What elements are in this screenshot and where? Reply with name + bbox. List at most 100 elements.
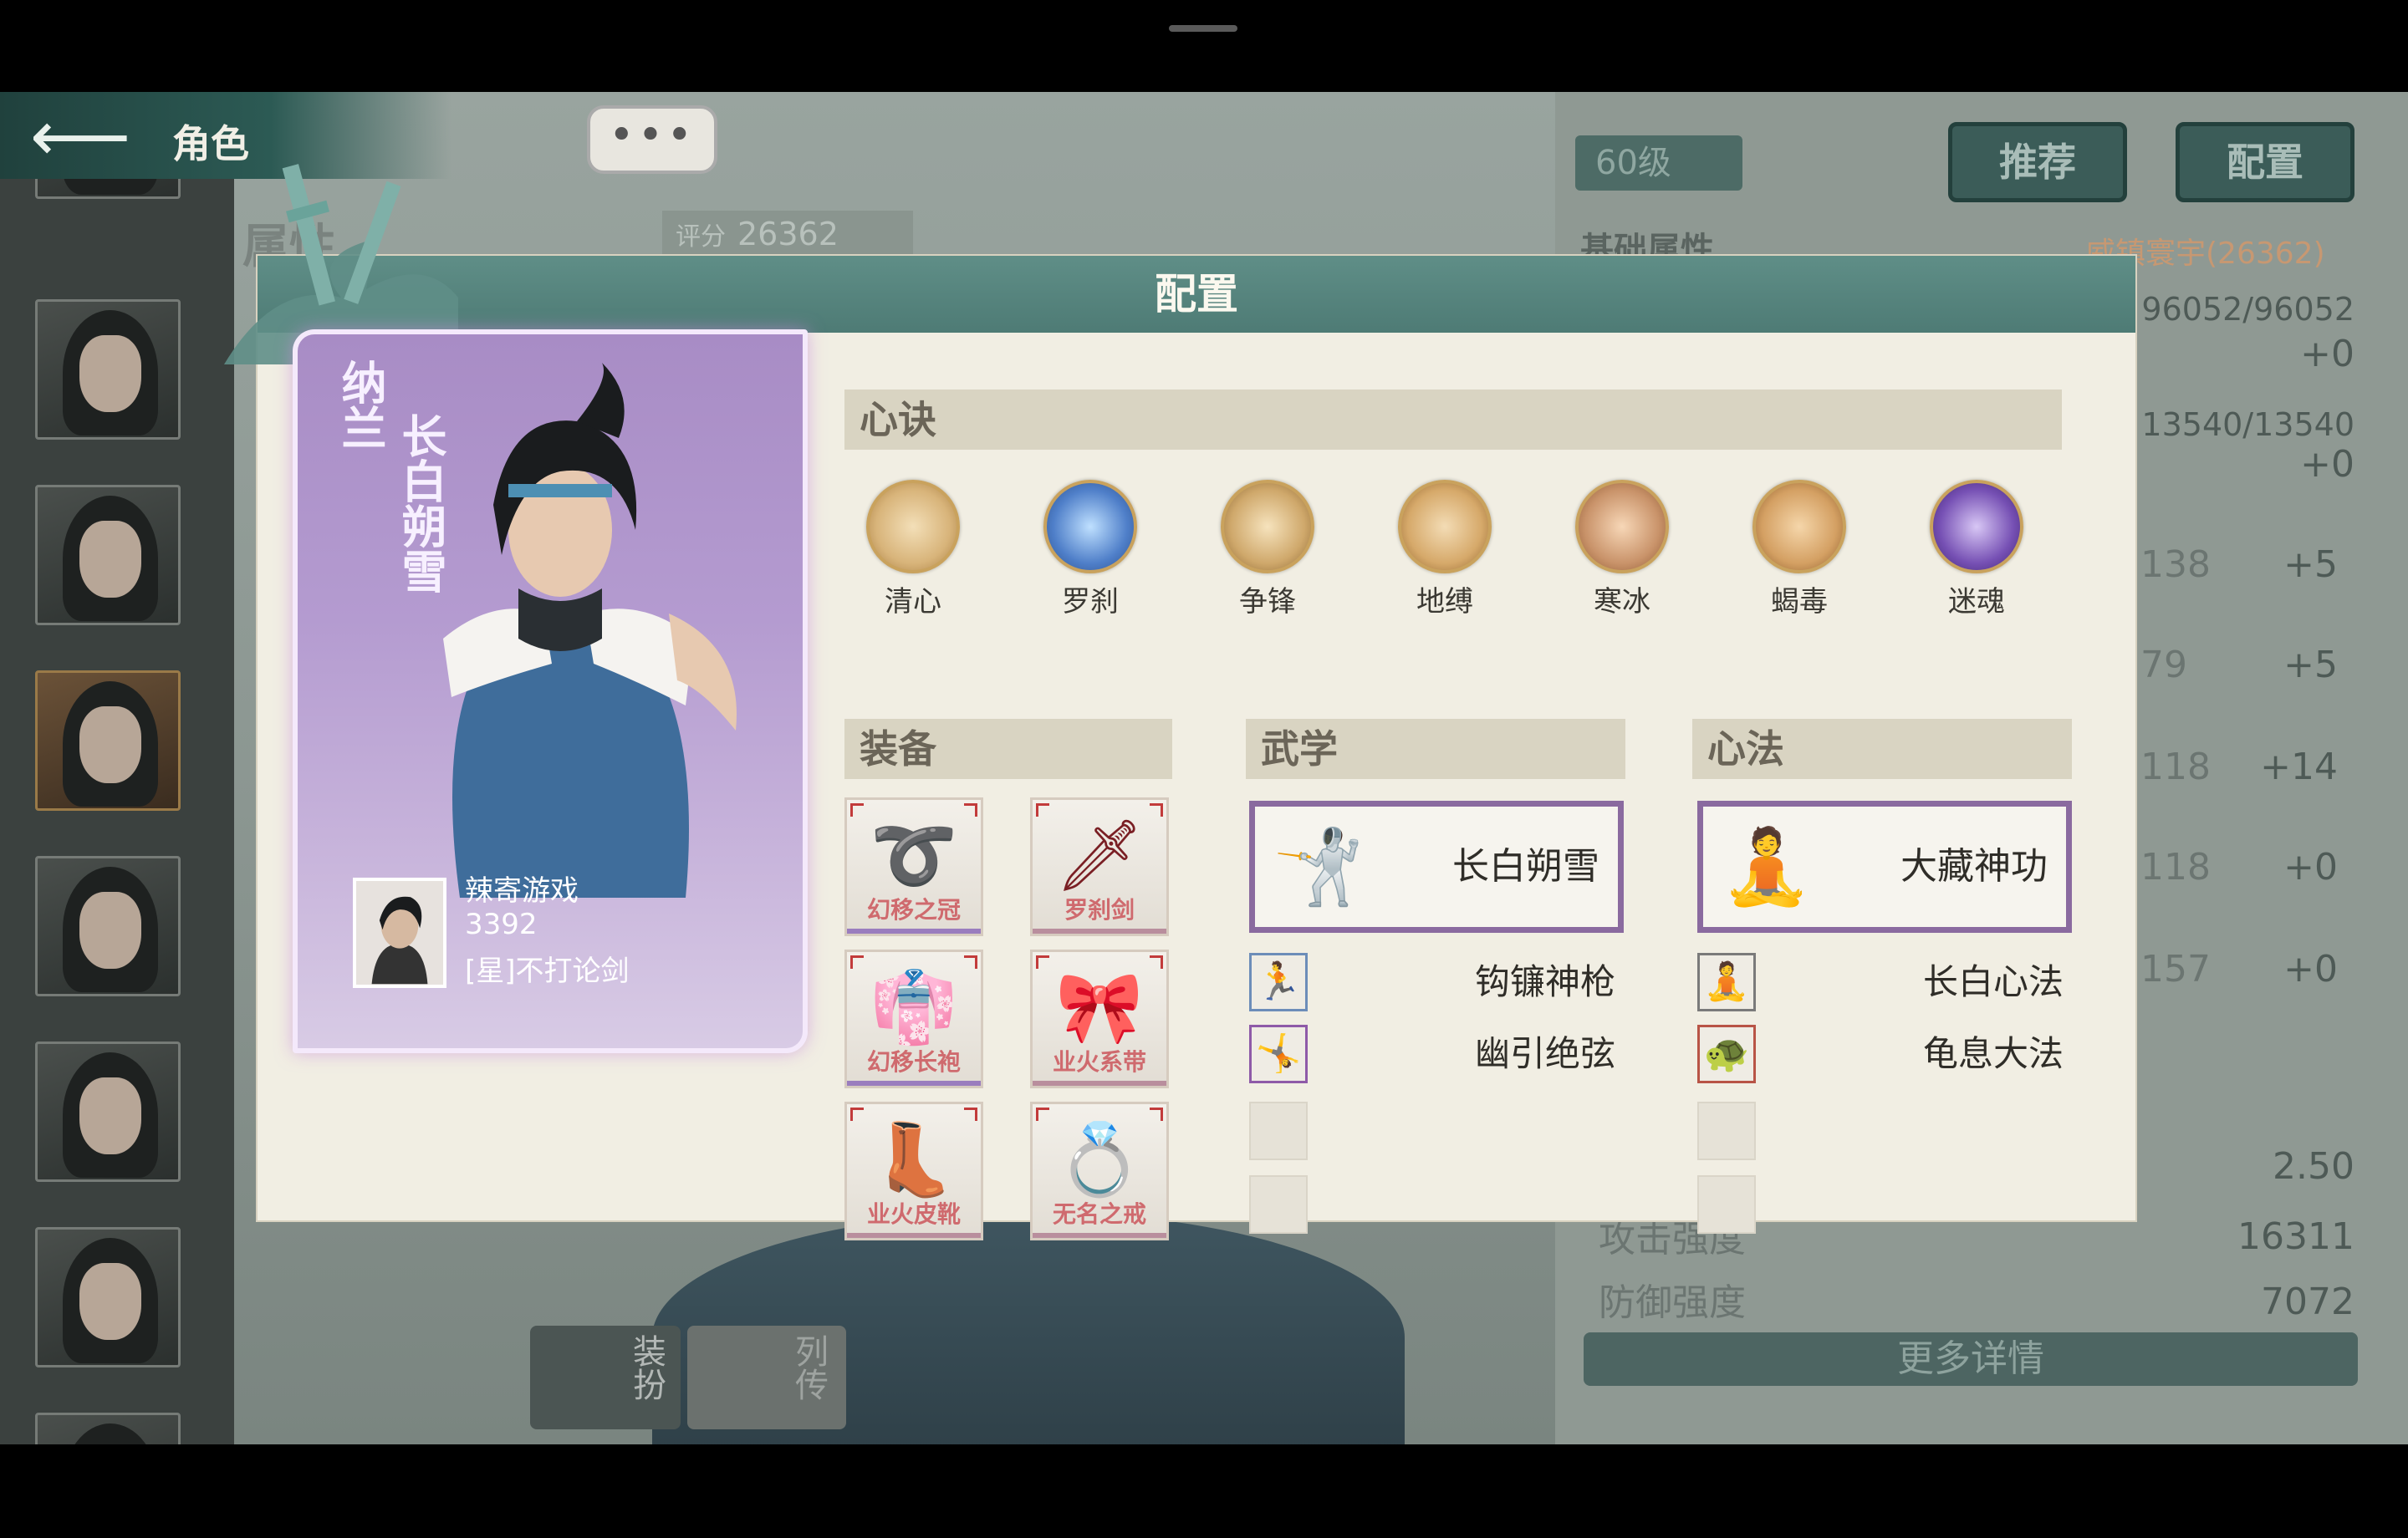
character-card: 纳兰 长白朔雪 辣寄游戏 3392 [星]不打论剑 [293, 329, 808, 1053]
xinjue-label: 地缚 [1416, 585, 1473, 619]
lotus-icon [866, 480, 960, 573]
meditating-monk-icon: 🧘 [1721, 823, 1813, 909]
xinjue-item[interactable]: 蝎毒 [1741, 480, 1858, 619]
lightning-icon [1043, 480, 1137, 573]
heart-main-skill[interactable]: 🧘 大藏神功 [1697, 801, 2072, 933]
martial-empty-slot[interactable] [1249, 1102, 1308, 1160]
xinjue-label: 清心 [885, 585, 941, 619]
roster-portrait-selected[interactable] [35, 670, 181, 811]
xinjue-label: 争锋 [1239, 585, 1296, 619]
attr-bonus: +0 [2283, 948, 2338, 991]
device-notch [1169, 25, 1237, 32]
scorpion-icon [1752, 480, 1846, 573]
score-value: 26362 [737, 216, 839, 252]
martial-sub-name: 幽引绝弦 [1474, 1033, 1615, 1074]
martial-empty-slot[interactable] [1249, 1175, 1308, 1234]
meditation-icon: 🧘 [1697, 953, 1756, 1011]
martial-sub-skill[interactable]: 🏃 钩镰神枪 [1249, 953, 1624, 1011]
heart-sub-name: 龟息大法 [1922, 1033, 2064, 1074]
attack-value: 16311 [2237, 1215, 2354, 1258]
xinjue-label: 罗刹 [1062, 585, 1119, 619]
equip-label: 业火系带 [1052, 1048, 1146, 1076]
defense-value: 7072 [2261, 1281, 2354, 1323]
xinjue-label: 寒冰 [1594, 585, 1650, 619]
equip-slot-armor[interactable]: 👘 幻移长袍 [844, 950, 983, 1088]
roster-portrait[interactable] [35, 1227, 181, 1367]
biography-label: 列传 [789, 1334, 828, 1401]
equip-label: 无名之戒 [1052, 1200, 1146, 1228]
martial-main-skill[interactable]: 🤺 长白朔雪 [1249, 801, 1624, 933]
equip-slot-ring[interactable]: 💍 无名之戒 [1030, 1102, 1169, 1240]
equip-label: 幻移长袍 [866, 1048, 961, 1076]
equip-slot-weapon[interactable]: 🗡 罗刹剑 [1030, 797, 1169, 936]
attr-bonus: +5 [2283, 644, 2338, 686]
biography-button[interactable]: 列传 [687, 1326, 846, 1429]
equip-label: 幻移之冠 [866, 896, 961, 924]
attr-bonus: +14 [2260, 746, 2338, 788]
heart-empty-slot[interactable] [1697, 1102, 1756, 1160]
xinjue-label: 迷魂 [1948, 585, 2005, 619]
spiral-icon [1930, 480, 2023, 573]
belt-icon: 🎀 [1055, 966, 1144, 1048]
sword-icon: 🗡 [1054, 814, 1145, 896]
roster-portrait[interactable] [35, 299, 181, 440]
equip-label: 罗刹剑 [1064, 896, 1135, 924]
xinjue-item[interactable]: 迷魂 [1918, 480, 2035, 619]
player-score: 3392 [465, 908, 538, 941]
player-name: 辣寄游戏 [465, 874, 579, 908]
attr-value: 2.50 [2273, 1145, 2354, 1188]
heart-main-name: 大藏神功 [1900, 845, 2048, 888]
xinjue-item[interactable]: 罗刹 [1032, 480, 1149, 619]
player-avatar [353, 878, 446, 988]
equip-slot-boots[interactable]: 👢 业火皮靴 [844, 1102, 983, 1240]
modal-title: 配置 [1155, 270, 1238, 318]
spear-fighter-icon: 🏃 [1249, 953, 1308, 1011]
game-screen: ⟵ 角色 ••• 属性 评分 26362 60级 推荐 配置 基础属性 威镇寰宇(… [0, 92, 2408, 1444]
roster-portrait[interactable] [35, 1413, 181, 1444]
equip-label: 业火皮靴 [866, 1200, 961, 1228]
xinjue-item[interactable]: 寒冰 [1564, 480, 1681, 619]
score-display: 评分 26362 [662, 211, 913, 257]
config-button[interactable]: 配置 [2176, 122, 2354, 202]
xinjue-item[interactable]: 地缚 [1386, 480, 1503, 619]
ring-icon: 💍 [1055, 1118, 1144, 1200]
equip-slot-head[interactable]: ➰ 幻移之冠 [844, 797, 983, 936]
attr-bonus: +5 [2283, 543, 2338, 586]
config-modal: 配置 纳兰 长白朔雪 辣寄游戏 3392 [星]不打论剑 心诀 清心 罗刹 争锋… [224, 164, 2137, 1240]
more-details-button[interactable]: 更多详情 [1584, 1332, 2358, 1386]
robe-icon: 👘 [870, 966, 958, 1048]
xinjue-item[interactable]: 清心 [855, 480, 972, 619]
xinjue-label: 蝎毒 [1771, 585, 1828, 619]
attr-bonus: +0 [2283, 846, 2338, 889]
dress-up-button[interactable]: 装扮 [530, 1326, 681, 1429]
heart-sub-skill[interactable]: 🧘 长白心法 [1697, 953, 2072, 1011]
back-arrow-icon[interactable]: ⟵ [30, 101, 130, 171]
headband-icon: ➰ [870, 814, 958, 896]
fist-icon [1221, 480, 1314, 573]
archer-fighter-icon: 🤸 [1249, 1025, 1308, 1083]
ellipsis-icon[interactable]: ••• [587, 105, 717, 174]
level-badge: 60级 [1575, 135, 1742, 191]
heart-empty-slot[interactable] [1697, 1175, 1756, 1234]
score-label: 评分 [676, 222, 726, 252]
player-title: [星]不打论剑 [465, 955, 630, 988]
heart-sub-name: 长白心法 [1922, 961, 2064, 1002]
character-surname: 纳兰 [334, 359, 386, 450]
attr-value: +0 [2300, 443, 2354, 486]
martial-sub-name: 钩镰神枪 [1474, 961, 1615, 1002]
recommend-button[interactable]: 推荐 [1948, 122, 2127, 202]
heart-sub-skill[interactable]: 🐢 龟息大法 [1697, 1025, 2072, 1083]
roster-portrait[interactable] [35, 856, 181, 996]
xinjue-item[interactable]: 争锋 [1209, 480, 1326, 619]
martial-header: 武学 [1246, 719, 1625, 779]
roster-portrait[interactable] [35, 485, 181, 625]
heart-header: 心法 [1692, 719, 2072, 779]
roster-portrait[interactable] [35, 1041, 181, 1182]
character-title: 长白朔雪 [394, 413, 446, 593]
turtle-breath-icon: 🐢 [1697, 1025, 1756, 1083]
attr-value: 13540/13540 [2141, 406, 2354, 443]
equip-slot-belt[interactable]: 🎀 业火系带 [1030, 950, 1169, 1088]
snowflake-icon [1575, 480, 1669, 573]
martial-sub-skill[interactable]: 🤸 幽引绝弦 [1249, 1025, 1624, 1083]
dress-up-label: 装扮 [627, 1334, 666, 1401]
